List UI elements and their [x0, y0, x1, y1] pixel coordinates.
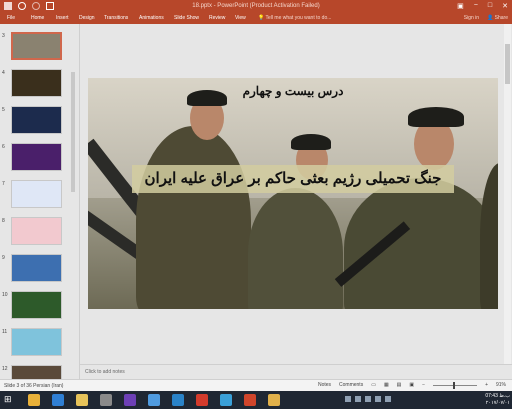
tab-transitions[interactable]: Transitions	[104, 15, 128, 21]
slide-thumbnail[interactable]	[11, 217, 62, 245]
tab-insert[interactable]: Insert	[56, 15, 69, 21]
close-icon[interactable]: ✕	[502, 2, 508, 10]
notes-placeholder: Click to add notes	[85, 369, 125, 375]
sign-in-link[interactable]: Sign in	[464, 15, 479, 21]
slide-thumbnail[interactable]	[11, 106, 62, 134]
ribbon-tabs: File Home Insert Design Transitions Anim…	[0, 13, 512, 24]
notes-pane[interactable]: Click to add notes	[80, 364, 512, 380]
slide-number: 3	[2, 33, 5, 39]
notes-toggle[interactable]: Notes	[318, 382, 331, 388]
tray-icon[interactable]	[355, 396, 361, 402]
soldier-beret	[408, 107, 464, 127]
ie-icon[interactable]	[52, 394, 64, 406]
vs-icon[interactable]	[124, 394, 136, 406]
zoom-level[interactable]: 91%	[496, 382, 506, 388]
network-icon[interactable]	[365, 396, 371, 402]
slide-title[interactable]: جنگ تحمیلی رژیم بعثی حاکم بر عراق علیه ا…	[132, 165, 454, 193]
soldier-figure	[248, 188, 343, 309]
slide-number: 12	[2, 366, 8, 372]
tell-me-box[interactable]: 💡 Tell me what you want to do...	[258, 15, 331, 21]
powerpoint-icon[interactable]	[244, 394, 256, 406]
minimize-icon[interactable]: −	[474, 2, 478, 10]
slide-count-status: Slide 3 of 36 Persian (Iran)	[4, 383, 64, 389]
current-slide[interactable]: درس بیست و چهارم جنگ تحمیلی رژیم بعثی حا…	[88, 78, 498, 309]
slide-thumbnail[interactable]	[11, 328, 62, 356]
comments-toggle[interactable]: Comments	[339, 382, 363, 388]
zoom-slider[interactable]	[433, 381, 478, 389]
thumbnail-scroll-thumb[interactable]	[71, 72, 75, 192]
tab-slide-show[interactable]: Slide Show	[174, 15, 199, 21]
tab-view[interactable]: View	[235, 15, 246, 21]
window-controls: ▣ − □ ✕	[457, 2, 508, 10]
zoom-slider-knob[interactable]	[453, 381, 456, 389]
normal-view-icon[interactable]: ▭	[371, 382, 376, 388]
system-tray	[345, 396, 391, 402]
slide-number: 5	[2, 107, 5, 113]
clock[interactable]: 07:43 ب.ظ ۲۰۱۷/۰۷/۰۱	[485, 393, 510, 407]
share-label: Share	[494, 15, 508, 21]
slide-number: 8	[2, 218, 5, 224]
status-right: Notes Comments ▭ ▦ ▤ ▣ − + 91%	[318, 381, 506, 389]
share-button[interactable]: 👤 Share	[487, 15, 508, 21]
slide-number: 7	[2, 181, 5, 187]
tab-animations[interactable]: Animations	[139, 15, 164, 21]
tray-icon[interactable]	[345, 396, 351, 402]
maximize-icon[interactable]: □	[488, 2, 492, 10]
slideshow-icon[interactable]: ▣	[409, 382, 414, 388]
photo-icon[interactable]	[172, 394, 184, 406]
slide-thumbnail[interactable]	[11, 291, 62, 319]
tab-review[interactable]: Review	[209, 15, 225, 21]
title-bar: 18.pptx - PowerPoint (Product Activation…	[0, 0, 512, 13]
media-icon[interactable]	[220, 394, 232, 406]
slide-heading[interactable]: درس بیست و چهارم	[88, 84, 498, 98]
files-icon[interactable]	[100, 394, 112, 406]
soldier-beret	[291, 134, 331, 150]
bluetooth-icon[interactable]	[148, 394, 160, 406]
soldier-figure	[136, 126, 251, 309]
soldier-figure	[344, 178, 498, 309]
slide-number: 11	[2, 329, 8, 335]
slide-thumbnail[interactable]	[11, 180, 62, 208]
slide-sorter-icon[interactable]: ▦	[384, 382, 389, 388]
window-title: 18.pptx - PowerPoint (Product Activation…	[192, 3, 320, 9]
opera-icon[interactable]	[196, 394, 208, 406]
clock-time: 07:43 ب.ظ	[485, 393, 510, 399]
ribbon-display-icon[interactable]: ▣	[457, 2, 464, 10]
explorer-icon[interactable]	[76, 394, 88, 406]
slide-number: 10	[2, 292, 8, 298]
slide-number: 4	[2, 70, 5, 76]
clock-date: ۲۰۱۷/۰۷/۰۱	[485, 400, 510, 406]
editor-scroll-thumb[interactable]	[505, 44, 510, 84]
language-icon[interactable]	[385, 396, 391, 402]
chrome-icon[interactable]	[28, 394, 40, 406]
slide-number: 6	[2, 144, 5, 150]
reading-view-icon[interactable]: ▤	[397, 382, 402, 388]
windows-taskbar: ⊞ 07:43 ب.ظ ۲۰۱۷/۰۷/۰۱	[0, 391, 512, 409]
editor-scrollbar[interactable]	[504, 24, 511, 364]
tell-me-label: Tell me what you want to do...	[265, 15, 332, 21]
volume-icon[interactable]	[375, 396, 381, 402]
zoom-out-icon[interactable]: −	[422, 382, 425, 388]
slide-number: 9	[2, 255, 5, 261]
start-icon[interactable]: ⊞	[4, 394, 16, 406]
tab-file[interactable]: File	[7, 15, 15, 21]
slide-thumbnail[interactable]	[11, 32, 62, 60]
tab-home[interactable]: Home	[31, 15, 44, 21]
slide-thumbnail[interactable]	[11, 69, 62, 97]
slide-thumbnail[interactable]	[11, 143, 62, 171]
slide-thumbnail[interactable]	[11, 254, 62, 282]
tab-design[interactable]: Design	[79, 15, 95, 21]
zoom-in-icon[interactable]: +	[485, 382, 488, 388]
thumbnail-scrollbar[interactable]	[70, 54, 76, 384]
account-area: Sign in 👤 Share	[464, 15, 508, 21]
folder-icon[interactable]	[268, 394, 280, 406]
